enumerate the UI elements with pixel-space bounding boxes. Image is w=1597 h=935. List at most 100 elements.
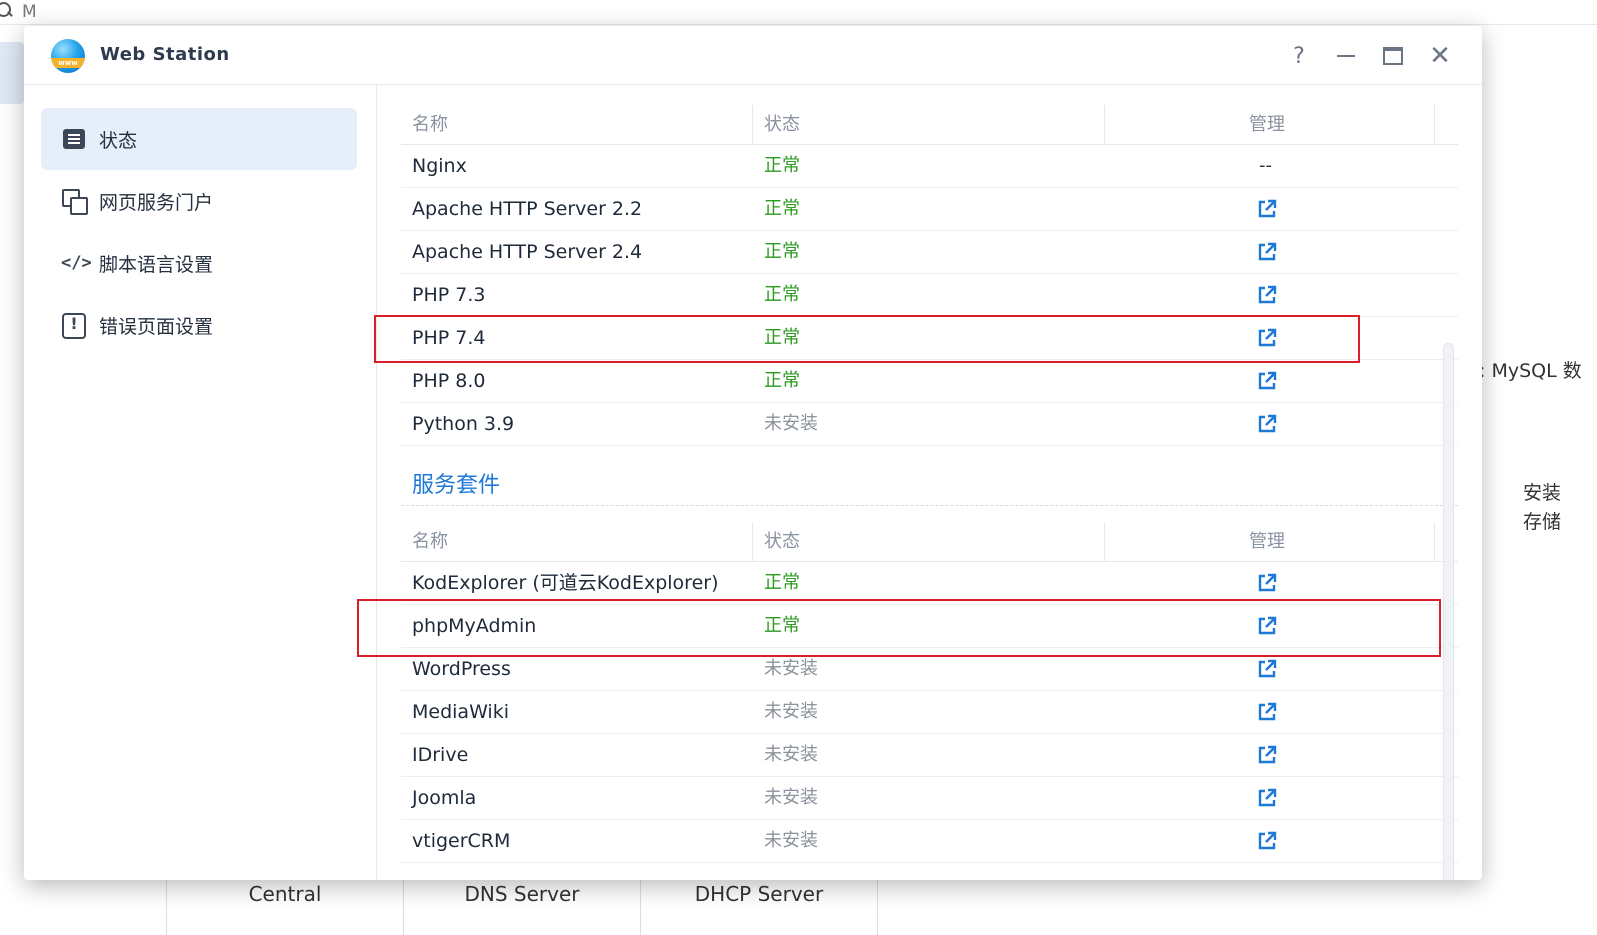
open-link-icon[interactable] — [1256, 370, 1278, 392]
table-row[interactable]: Apache HTTP Server 2.2 正常 — [401, 188, 1458, 231]
row-status: 正常 — [764, 327, 800, 348]
column-header-status[interactable]: 状态 — [764, 522, 800, 561]
row-status: 正常 — [764, 572, 800, 593]
open-link-icon[interactable] — [1256, 284, 1278, 306]
background-text-storage: 存储 — [1523, 511, 1562, 533]
sidebar-item-label: 网页服务门户 — [99, 191, 214, 214]
sidebar-item-status[interactable]: 状态 — [41, 108, 357, 170]
background-package-grid: Central DNS Server DHCP Server — [166, 880, 878, 935]
background-package-dns: DNS Server — [404, 880, 641, 935]
background-package-central: Central — [167, 880, 404, 935]
open-link-icon[interactable] — [1256, 198, 1278, 220]
open-link-icon[interactable] — [1256, 787, 1278, 809]
background-search: M — [0, 0, 37, 24]
scrollbar[interactable] — [1443, 343, 1454, 880]
sidebar-item-label: 错误页面设置 — [99, 315, 214, 338]
row-name: PHP 8.0 — [412, 370, 486, 392]
minimize-button[interactable] — [1332, 42, 1360, 70]
error-page-icon — [61, 312, 87, 339]
row-status: 未安装 — [764, 413, 818, 434]
sidebar-item-error-page[interactable]: 错误页面设置 — [41, 294, 357, 356]
table-row[interactable]: WordPress 未安装 — [401, 648, 1458, 691]
row-manage-empty: -- — [1259, 155, 1272, 176]
table-row[interactable]: PHP 7.4 正常 — [401, 317, 1458, 360]
sidebar-item-web-portal[interactable]: 网页服务门户 — [41, 170, 357, 232]
row-status: 未安装 — [764, 787, 818, 808]
column-header-manage[interactable]: 管理 — [1249, 522, 1285, 561]
open-link-icon[interactable] — [1256, 413, 1278, 435]
open-link-icon[interactable] — [1256, 658, 1278, 680]
background-sidebar-item — [0, 42, 24, 104]
table-row[interactable]: phpMyAdmin 正常 — [401, 605, 1458, 648]
row-status: 正常 — [764, 615, 800, 636]
row-name: PHP 7.3 — [412, 284, 486, 306]
close-button[interactable]: ✕ — [1426, 41, 1454, 71]
table-row[interactable]: Joomla 未安装 — [401, 777, 1458, 820]
section-divider — [401, 505, 1458, 506]
open-link-icon[interactable] — [1256, 701, 1278, 723]
row-name: phpMyAdmin — [412, 615, 537, 637]
table-row[interactable]: PHP 8.0 正常 — [401, 360, 1458, 403]
table-row[interactable]: PHP 7.3 正常 — [401, 274, 1458, 317]
row-status: 未安装 — [764, 830, 818, 851]
open-link-icon[interactable] — [1256, 744, 1278, 766]
column-divider[interactable] — [1434, 522, 1435, 561]
sidebar-item-label: 脚本语言设置 — [99, 253, 214, 276]
row-name: MediaWiki — [412, 701, 509, 723]
open-link-icon[interactable] — [1256, 830, 1278, 852]
row-status: 未安装 — [764, 744, 818, 765]
table-row[interactable]: MediaWiki 未安装 — [401, 691, 1458, 734]
table-header: 名称 状态 管理 — [401, 105, 1458, 145]
open-link-icon[interactable] — [1256, 327, 1278, 349]
packages-table: 名称 状态 管理 KodExplorer (可道云KodExplorer) 正常 p… — [401, 522, 1458, 863]
packages-table-body: KodExplorer (可道云KodExplorer) 正常 phpMyAdmin… — [401, 562, 1458, 863]
column-divider[interactable] — [752, 105, 753, 144]
row-name: Nginx — [412, 155, 467, 177]
background-package-dhcp: DHCP Server — [641, 880, 878, 935]
title-bar[interactable]: Web Station ? ✕ — [24, 26, 1482, 85]
row-name: IDrive — [412, 744, 469, 766]
services-table-body: Nginx 正常 -- Apache HTTP Server 2.2 正常 Apache … — [401, 145, 1458, 446]
column-divider[interactable] — [1104, 522, 1105, 561]
column-divider[interactable] — [1434, 105, 1435, 144]
table-row[interactable]: IDrive 未安装 — [401, 734, 1458, 777]
open-link-icon[interactable] — [1256, 241, 1278, 263]
background-text-mysql: : MySQL 数 — [1479, 360, 1582, 382]
row-status: 正常 — [764, 370, 800, 391]
main-content: 名称 状态 管理 Nginx 正常 -- Apache HTTP Server 2.2… — [377, 85, 1482, 880]
column-header-name[interactable]: 名称 — [412, 522, 448, 561]
row-name: WordPress — [412, 658, 511, 680]
maximize-icon — [1383, 47, 1403, 65]
background-divider — [0, 24, 1597, 25]
row-status: 正常 — [764, 241, 800, 262]
table-header: 名称 状态 管理 — [401, 522, 1458, 562]
open-link-icon[interactable] — [1256, 572, 1278, 594]
column-header-status[interactable]: 状态 — [764, 105, 800, 144]
code-icon: </> — [61, 253, 92, 273]
background-text-install: 安装 — [1523, 482, 1562, 504]
sidebar-item-script-language[interactable]: </> 脚本语言设置 — [41, 232, 357, 294]
sidebar: 状态 网页服务门户 </> 脚本语言设置 错误页面设置 — [24, 85, 377, 880]
column-divider[interactable] — [1104, 105, 1105, 144]
table-row[interactable]: Python 3.9 未安装 — [401, 403, 1458, 446]
column-divider[interactable] — [752, 522, 753, 561]
row-name: Python 3.9 — [412, 413, 515, 435]
column-header-manage[interactable]: 管理 — [1249, 105, 1285, 144]
web-station-logo-icon — [51, 39, 85, 73]
row-name: PHP 7.4 — [412, 327, 486, 349]
column-header-name[interactable]: 名称 — [412, 105, 448, 144]
window-title: Web Station — [100, 44, 230, 65]
help-button[interactable]: ? — [1285, 42, 1313, 70]
table-row[interactable]: Nginx 正常 -- — [401, 145, 1458, 188]
table-row[interactable]: vtigerCRM 未安装 — [401, 820, 1458, 863]
row-name: KodExplorer (可道云KodExplorer) — [412, 572, 719, 594]
table-row[interactable]: KodExplorer (可道云KodExplorer) 正常 — [401, 562, 1458, 605]
minimize-icon — [1337, 55, 1355, 57]
open-link-icon[interactable] — [1256, 615, 1278, 637]
table-row[interactable]: Apache HTTP Server 2.4 正常 — [401, 231, 1458, 274]
maximize-button[interactable] — [1379, 42, 1407, 70]
row-name: Apache HTTP Server 2.4 — [412, 241, 643, 263]
status-icon — [61, 126, 87, 152]
row-name: Apache HTTP Server 2.2 — [412, 198, 643, 220]
services-table: 名称 状态 管理 Nginx 正常 -- Apache HTTP Server 2.2… — [401, 105, 1458, 446]
